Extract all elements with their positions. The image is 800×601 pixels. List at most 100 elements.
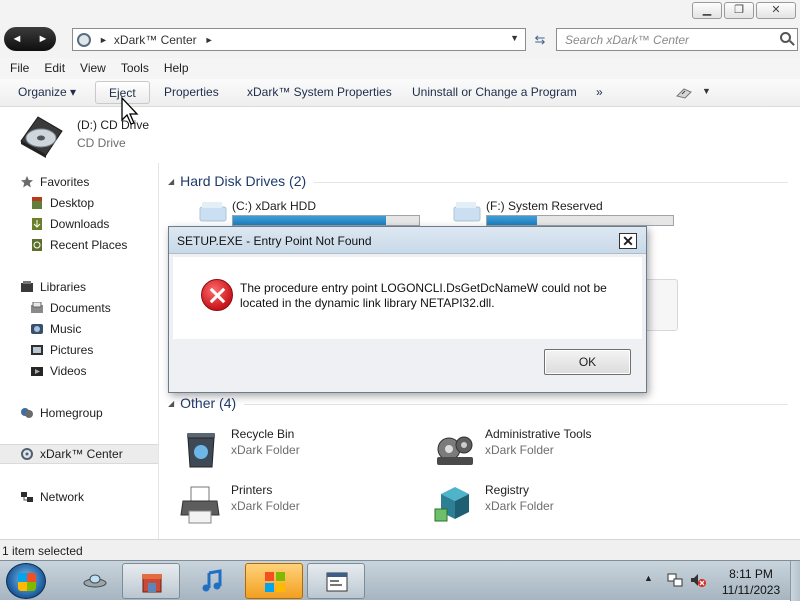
- nav-desktop[interactable]: Desktop: [30, 193, 150, 213]
- nav-homegroup[interactable]: Homegroup: [20, 403, 150, 423]
- taskbar-app-explorer[interactable]: [245, 563, 303, 599]
- nav-label: xDark™ Center: [40, 447, 123, 461]
- control-center-icon: [77, 32, 91, 47]
- search-icon[interactable]: [780, 32, 791, 43]
- menu-tools[interactable]: Tools: [121, 58, 156, 79]
- nav-pictures[interactable]: Pictures: [30, 340, 150, 360]
- folder-item-recycle-bin[interactable]: Recycle Bin xDark Folder: [179, 427, 429, 471]
- view-options-icon[interactable]: [676, 86, 692, 100]
- nav-label: Downloads: [50, 217, 110, 231]
- error-dialog: SETUP.EXE - Entry Point Not Found ✕ The …: [168, 226, 647, 393]
- dialog-body: The procedure entry point LOGONCLI.DsGet…: [173, 257, 642, 339]
- menu-view[interactable]: View: [80, 58, 113, 79]
- view-options-dropdown[interactable]: ▼: [702, 86, 711, 96]
- window-app-icon: [326, 572, 348, 592]
- show-desktop-button[interactable]: [790, 561, 800, 601]
- system-clock[interactable]: 8:11 PM 11/11/2023: [716, 566, 786, 598]
- recent-places-icon: [32, 239, 42, 251]
- menu-help[interactable]: Help: [164, 58, 196, 79]
- menu-bar: File Edit View Tools Help: [0, 58, 800, 79]
- search-input[interactable]: [557, 29, 767, 50]
- more-commands-button[interactable]: »: [596, 85, 603, 99]
- documents-icon: [31, 302, 43, 313]
- drive-name: (C:) xDark HDD: [232, 199, 316, 213]
- network-tray-icon[interactable]: [667, 572, 683, 588]
- window-titlebar: ▁ ❐ ✕: [0, 0, 800, 24]
- taskbar-app-setup-window[interactable]: [307, 563, 365, 599]
- nav-label: Favorites: [40, 175, 90, 189]
- group-header-other[interactable]: ◢ Other (4): [168, 394, 788, 412]
- menu-file[interactable]: File: [10, 58, 36, 79]
- start-logo-icon: [18, 573, 36, 591]
- hard-drive-icon: [199, 202, 227, 222]
- videos-icon: [31, 367, 43, 376]
- breadcrumb-location[interactable]: xDark™ Center: [114, 33, 197, 47]
- properties-button[interactable]: Properties: [164, 85, 219, 99]
- recycle-bin-icon: [187, 433, 215, 468]
- volume-muted-icon[interactable]: [690, 572, 706, 588]
- uninstall-program-button[interactable]: Uninstall or Change a Program: [412, 85, 577, 99]
- group-divider: [244, 403, 788, 405]
- organize-button[interactable]: Organize ▾: [18, 85, 76, 99]
- nav-label: Network: [40, 490, 85, 504]
- folder-item-administrative-tools[interactable]: Administrative Tools xDark Folder: [433, 427, 683, 471]
- nav-downloads[interactable]: Downloads: [30, 214, 150, 234]
- status-bar: 1 item selected: [0, 539, 800, 560]
- printer-icon: [180, 486, 220, 524]
- folder-type: xDark Folder: [485, 499, 554, 513]
- dialog-titlebar[interactable]: SETUP.EXE - Entry Point Not Found ✕: [169, 227, 646, 254]
- folder-item-registry[interactable]: Registry xDark Folder: [433, 483, 683, 527]
- maximize-button[interactable]: ❐: [724, 2, 754, 19]
- back-button[interactable]: ◄: [12, 33, 23, 45]
- folder-name: Administrative Tools: [485, 427, 592, 441]
- show-hidden-icons-button[interactable]: ▲: [644, 573, 653, 583]
- taskbar: ▲ 8:11 PM 11/11/2023: [0, 560, 800, 601]
- taskbar-app-store[interactable]: [122, 563, 180, 599]
- nav-label: Recent Places: [50, 238, 128, 252]
- group-header-hard-disks[interactable]: ◢ Hard Disk Drives (2): [168, 172, 788, 190]
- music-icon: [31, 324, 43, 334]
- group-divider: [314, 181, 788, 183]
- ok-button[interactable]: OK: [544, 349, 631, 375]
- folder-item-printers[interactable]: Printers xDark Folder: [179, 483, 429, 527]
- taskbar-app-music[interactable]: [183, 563, 241, 599]
- nav-recent-places[interactable]: Recent Places: [30, 235, 150, 255]
- nav-libraries[interactable]: Libraries: [20, 277, 150, 297]
- nav-documents[interactable]: Documents: [30, 298, 150, 318]
- dialog-close-button[interactable]: ✕: [619, 233, 637, 249]
- close-window-button[interactable]: ✕: [756, 2, 796, 19]
- address-history-dropdown[interactable]: ▼: [510, 33, 519, 43]
- address-bar[interactable]: ► xDark™ Center ► ▼: [72, 28, 526, 51]
- clock-time: 8:11 PM: [729, 567, 773, 581]
- minimize-button[interactable]: ▁: [692, 2, 722, 19]
- downloads-icon: [32, 218, 42, 230]
- pictures-icon: [31, 345, 43, 355]
- nav-network[interactable]: Network: [20, 487, 150, 507]
- nav-label: Desktop: [50, 196, 95, 210]
- menu-edit[interactable]: Edit: [44, 58, 72, 79]
- breadcrumb-separator-icon[interactable]: ►: [99, 35, 108, 45]
- nav-label: Documents: [50, 301, 111, 315]
- taskbar-app-ufo[interactable]: [66, 563, 124, 599]
- nav-label: Pictures: [50, 343, 94, 357]
- search-box[interactable]: [556, 28, 798, 51]
- nav-favorites[interactable]: Favorites: [20, 172, 150, 192]
- nav-music[interactable]: Music: [30, 319, 150, 339]
- navigation-pane: Favorites Desktop Downloads Recent Place…: [0, 163, 159, 539]
- network-icon: [21, 492, 33, 502]
- nav-xdark-center[interactable]: xDark™ Center: [0, 444, 158, 464]
- drive-usage-fill: [487, 216, 538, 225]
- clock-date: 11/11/2023: [721, 583, 781, 597]
- folder-type: xDark Folder: [231, 443, 300, 457]
- system-properties-button[interactable]: xDark™ System Properties: [247, 85, 392, 99]
- refresh-button[interactable]: ⇆: [530, 28, 550, 51]
- forward-button[interactable]: ►: [38, 33, 49, 45]
- collapse-chevron-icon[interactable]: ◢: [168, 177, 174, 186]
- folder-type: xDark Folder: [231, 499, 300, 513]
- registry-icon: [434, 487, 469, 522]
- group-title: Other (4): [180, 395, 237, 411]
- breadcrumb-end-icon[interactable]: ►: [205, 35, 214, 45]
- nav-videos[interactable]: Videos: [30, 361, 150, 381]
- start-button[interactable]: [6, 563, 46, 599]
- collapse-chevron-icon[interactable]: ◢: [168, 399, 174, 408]
